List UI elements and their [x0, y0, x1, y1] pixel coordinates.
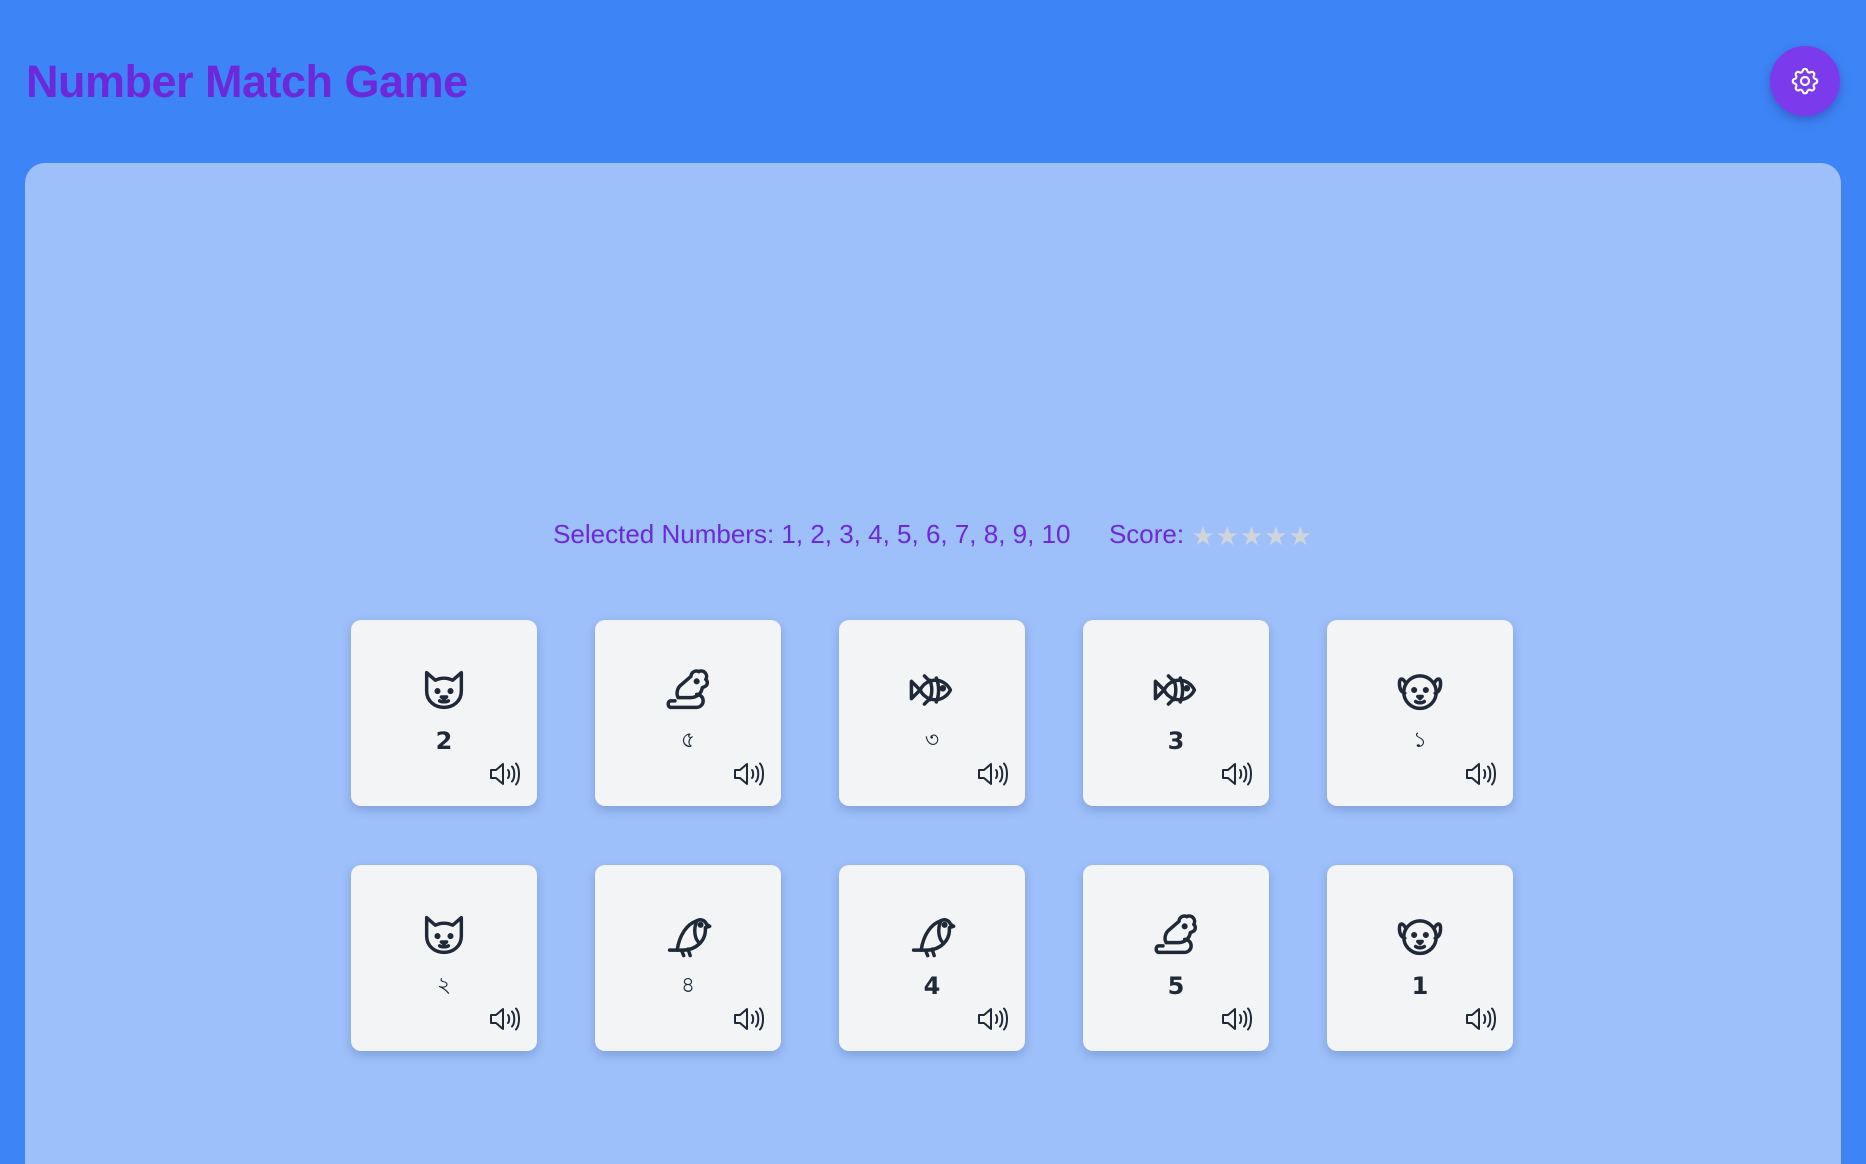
- speaker-icon[interactable]: [731, 759, 765, 789]
- cat-icon: [418, 909, 470, 961]
- speaker-icon[interactable]: [1463, 759, 1497, 789]
- star-icon: ★: [1264, 521, 1288, 552]
- number-card[interactable]: 1: [1327, 865, 1513, 1051]
- speaker-icon[interactable]: [975, 1004, 1009, 1034]
- card-number: ২: [436, 973, 452, 998]
- gear-icon: [1791, 67, 1819, 95]
- card-grid: 2 ৫ ৩ 3 ১ ২ ৪ 4 5 1: [351, 620, 1515, 1051]
- score-stars: ★★★★★: [1191, 520, 1313, 552]
- card-number: ৩: [924, 728, 940, 753]
- fish-icon: [1150, 664, 1202, 716]
- star-icon: ★: [1239, 521, 1264, 552]
- number-card[interactable]: 5: [1083, 865, 1269, 1051]
- number-card[interactable]: 2: [351, 620, 537, 806]
- number-card[interactable]: ৩: [839, 620, 1025, 806]
- page-title: Number Match Game: [26, 56, 468, 107]
- app-header: Number Match Game: [0, 0, 1866, 162]
- card-number: ১: [1412, 728, 1428, 753]
- card-number: 5: [1167, 972, 1185, 1000]
- status-line: Selected Numbers: 1, 2, 3, 4, 5, 6, 7, 8…: [25, 518, 1841, 552]
- number-card[interactable]: ৫: [595, 620, 781, 806]
- star-icon: ★: [1288, 521, 1312, 552]
- speaker-icon[interactable]: [1463, 1004, 1497, 1034]
- mouse-icon: [662, 664, 714, 716]
- speaker-icon[interactable]: [975, 759, 1009, 789]
- number-card[interactable]: 3: [1083, 620, 1269, 806]
- card-number: 4: [923, 972, 941, 1000]
- game-panel: Selected Numbers: 1, 2, 3, 4, 5, 6, 7, 8…: [25, 163, 1841, 1164]
- card-number: 3: [1167, 727, 1185, 755]
- number-card[interactable]: ৪: [595, 865, 781, 1051]
- card-number: 1: [1411, 972, 1429, 1000]
- card-number: 2: [435, 727, 453, 755]
- speaker-icon[interactable]: [1219, 1004, 1253, 1034]
- settings-button[interactable]: [1770, 46, 1840, 116]
- number-card[interactable]: ১: [1327, 620, 1513, 806]
- speaker-icon[interactable]: [1219, 759, 1253, 789]
- speaker-icon[interactable]: [487, 759, 521, 789]
- number-card[interactable]: ২: [351, 865, 537, 1051]
- card-number: ৪: [680, 973, 696, 998]
- fish-icon: [906, 664, 958, 716]
- bird-icon: [662, 909, 714, 961]
- mouse-icon: [1150, 909, 1202, 961]
- speaker-icon[interactable]: [487, 1004, 521, 1034]
- number-card[interactable]: 4: [839, 865, 1025, 1051]
- dog-icon: [1394, 664, 1446, 716]
- selected-numbers-label: Selected Numbers:: [553, 519, 775, 549]
- dog-icon: [1394, 909, 1446, 961]
- score-label: Score:: [1108, 519, 1185, 549]
- speaker-icon[interactable]: [731, 1004, 765, 1034]
- cat-icon: [418, 664, 470, 716]
- star-icon: ★: [1215, 521, 1239, 552]
- selected-numbers-value: 1, 2, 3, 4, 5, 6, 7, 8, 9, 10: [781, 519, 1071, 549]
- star-icon: ★: [1191, 521, 1215, 552]
- card-number: ৫: [680, 728, 696, 753]
- bird-icon: [906, 909, 958, 961]
